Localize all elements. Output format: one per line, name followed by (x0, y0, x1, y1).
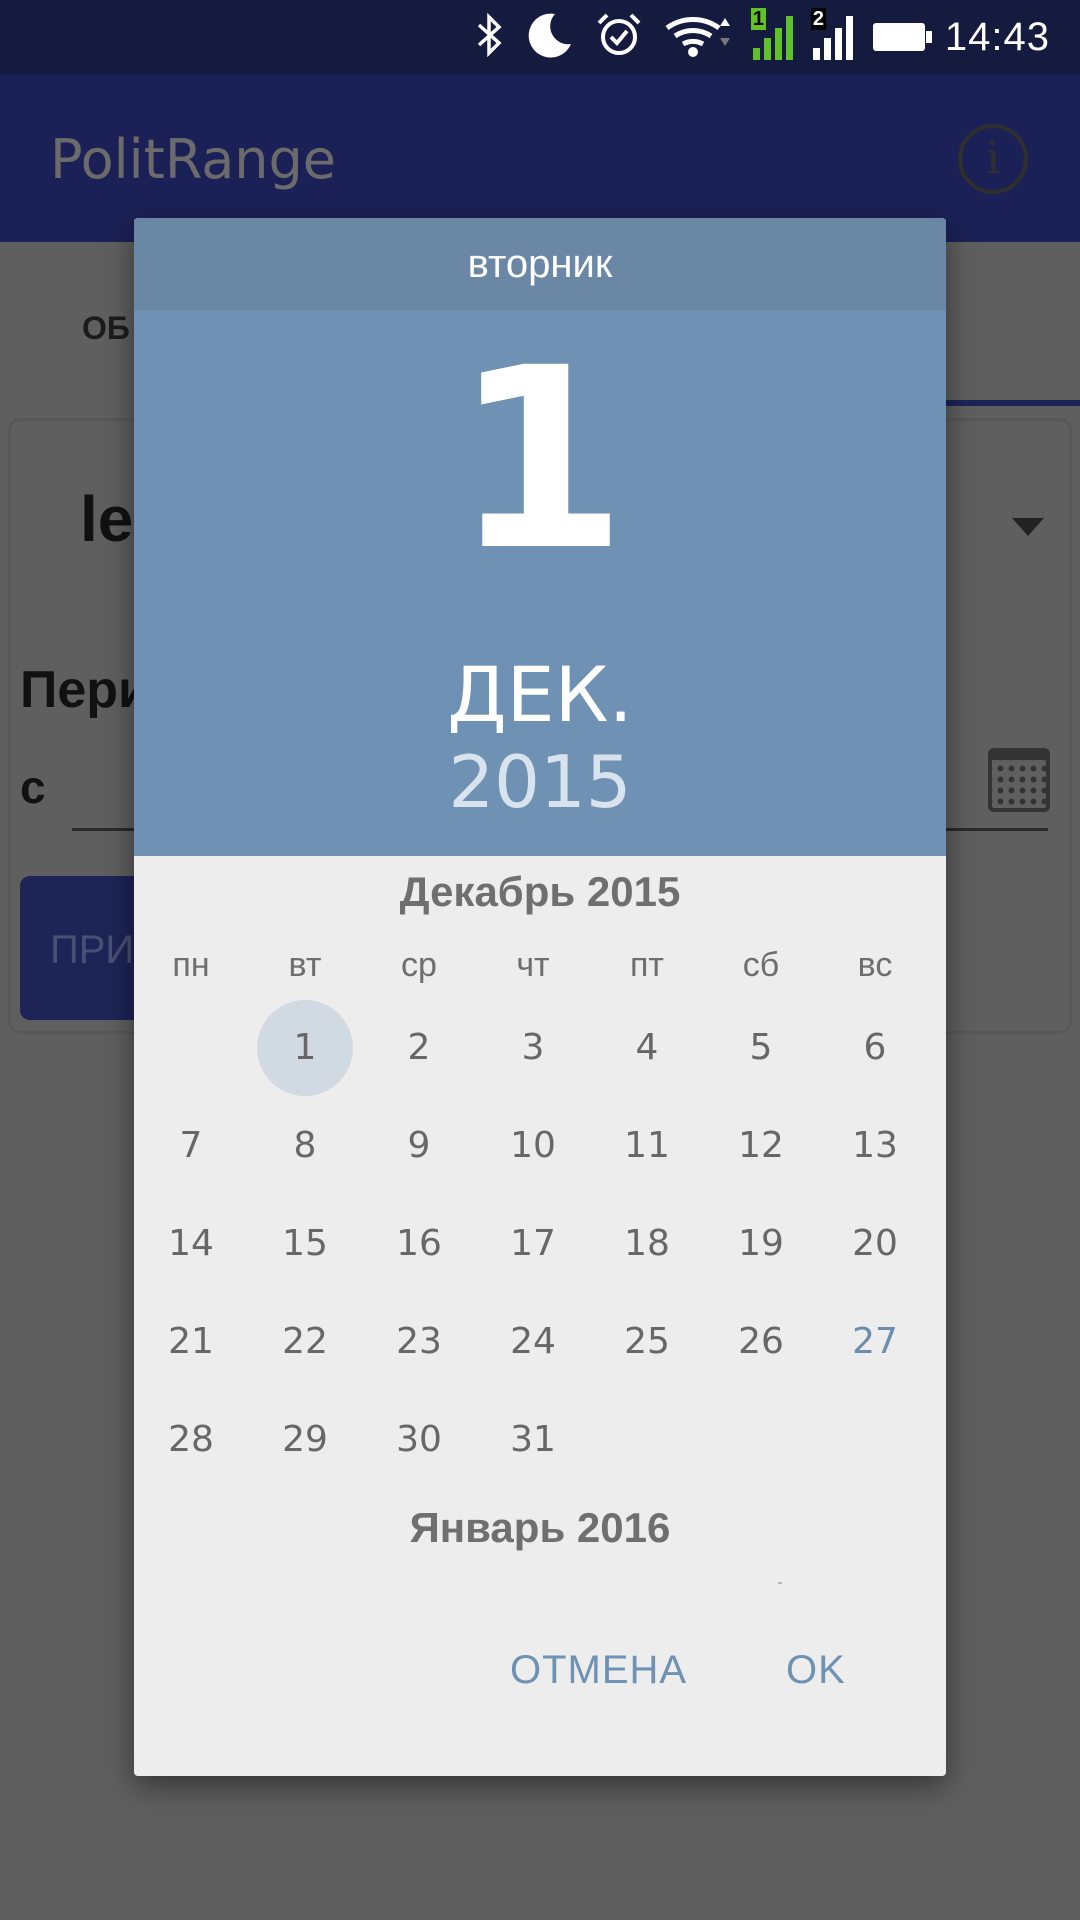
calendar-day-11[interactable]: 11 (599, 1098, 695, 1194)
tab-general[interactable]: ОБ (82, 310, 130, 347)
calendar-day-23[interactable]: 23 (371, 1294, 467, 1390)
from-label: с (20, 761, 46, 813)
wifi-icon (663, 10, 733, 65)
selected-weekday: вторник (134, 218, 946, 310)
status-time: 14:43 (944, 14, 1050, 59)
sim1-label: 1 (750, 8, 767, 30)
calendar-day-30[interactable]: 30 (371, 1392, 467, 1488)
calendar-day-3[interactable]: 3 (485, 1000, 581, 1096)
calendar-day-21[interactable]: 21 (143, 1294, 239, 1390)
weekday-header-2: ср (401, 946, 437, 984)
app-bar: PolitRange i (0, 74, 1080, 242)
date-picker-dialog: вторник 1 ДЕК. 2015 Декабрь 2015 пн вт ср ч… (134, 218, 946, 1776)
apply-button-label: ПРИ (50, 928, 135, 972)
current-month-title: Декабрь 2015 (399, 868, 681, 915)
signal-sim1-icon: 1 (750, 8, 793, 60)
calendar-day-12[interactable]: 12 (713, 1098, 809, 1194)
next-month-title: Январь 2016 (409, 1504, 671, 1551)
selected-year[interactable]: 2015 (134, 742, 946, 822)
cancel-button[interactable]: ОТМЕНА (510, 1648, 687, 1693)
period-label: Пери (20, 661, 151, 719)
status-bar: 1 2 14:43 (0, 0, 1080, 74)
selected-month[interactable]: ДЕК. (134, 655, 946, 735)
calendar-day-20[interactable]: 20 (827, 1196, 923, 1292)
weekday-header-1: вт (288, 946, 322, 984)
moon-icon (525, 10, 575, 65)
battery-icon (872, 23, 932, 51)
app-title: PolitRange (50, 128, 337, 191)
language-select[interactable]: le (80, 482, 133, 556)
sim2-label: 2 (810, 8, 827, 30)
calendar-day-18[interactable]: 18 (599, 1196, 695, 1292)
calendar-day-28[interactable]: 28 (143, 1392, 239, 1488)
scroll-indicator (778, 1582, 782, 1584)
bluetooth-icon (475, 12, 505, 62)
weekday-header-4: пт (630, 946, 664, 984)
chevron-down-icon[interactable] (1012, 518, 1044, 536)
calendar-day-26[interactable]: 26 (713, 1294, 809, 1390)
calendar-day-6[interactable]: 6 (827, 1000, 923, 1096)
selected-day[interactable]: 1 (134, 330, 946, 590)
calendar-day-24[interactable]: 24 (485, 1294, 581, 1390)
calendar-day-4[interactable]: 4 (599, 1000, 695, 1096)
calendar-day-13[interactable]: 13 (827, 1098, 923, 1194)
calendar-day-31[interactable]: 31 (485, 1392, 581, 1488)
calendar-day-25[interactable]: 25 (599, 1294, 695, 1390)
calendar-day-1[interactable]: 1 (257, 1000, 353, 1096)
info-icon[interactable]: i (958, 124, 1028, 194)
calendar-day-27[interactable]: 27 (827, 1294, 923, 1390)
calendar-day-10[interactable]: 10 (485, 1098, 581, 1194)
weekday-header-6: вс (857, 946, 893, 984)
calendar-day-15[interactable]: 15 (257, 1196, 353, 1292)
tab-indicator (940, 400, 1080, 406)
status-icons: 1 2 14:43 (475, 8, 1050, 66)
calendar-day-9[interactable]: 9 (371, 1098, 467, 1194)
calendar-day-29[interactable]: 29 (257, 1392, 353, 1488)
ok-button[interactable]: OK (786, 1648, 846, 1693)
calendar-day-8[interactable]: 8 (257, 1098, 353, 1194)
weekday-header-3: чт (516, 946, 550, 984)
calendar-day-22[interactable]: 22 (257, 1294, 353, 1390)
weekday-header-0: пн (172, 946, 210, 984)
calendar-icon[interactable] (988, 748, 1050, 812)
signal-sim2-icon: 2 (810, 8, 853, 60)
calendar-day-5[interactable]: 5 (713, 1000, 809, 1096)
calendar-day-19[interactable]: 19 (713, 1196, 809, 1292)
date-header: 1 ДЕК. 2015 (134, 310, 946, 856)
calendar-day-14[interactable]: 14 (143, 1196, 239, 1292)
alarm-icon (595, 11, 643, 64)
weekday-header-row: пн вт ср чт пт сб вс (134, 946, 946, 1006)
calendar-day-16[interactable]: 16 (371, 1196, 467, 1292)
weekday-header-5: сб (742, 946, 780, 984)
calendar-day-7[interactable]: 7 (143, 1098, 239, 1194)
calendar-day-17[interactable]: 17 (485, 1196, 581, 1292)
calendar-day-2[interactable]: 2 (371, 1000, 467, 1096)
